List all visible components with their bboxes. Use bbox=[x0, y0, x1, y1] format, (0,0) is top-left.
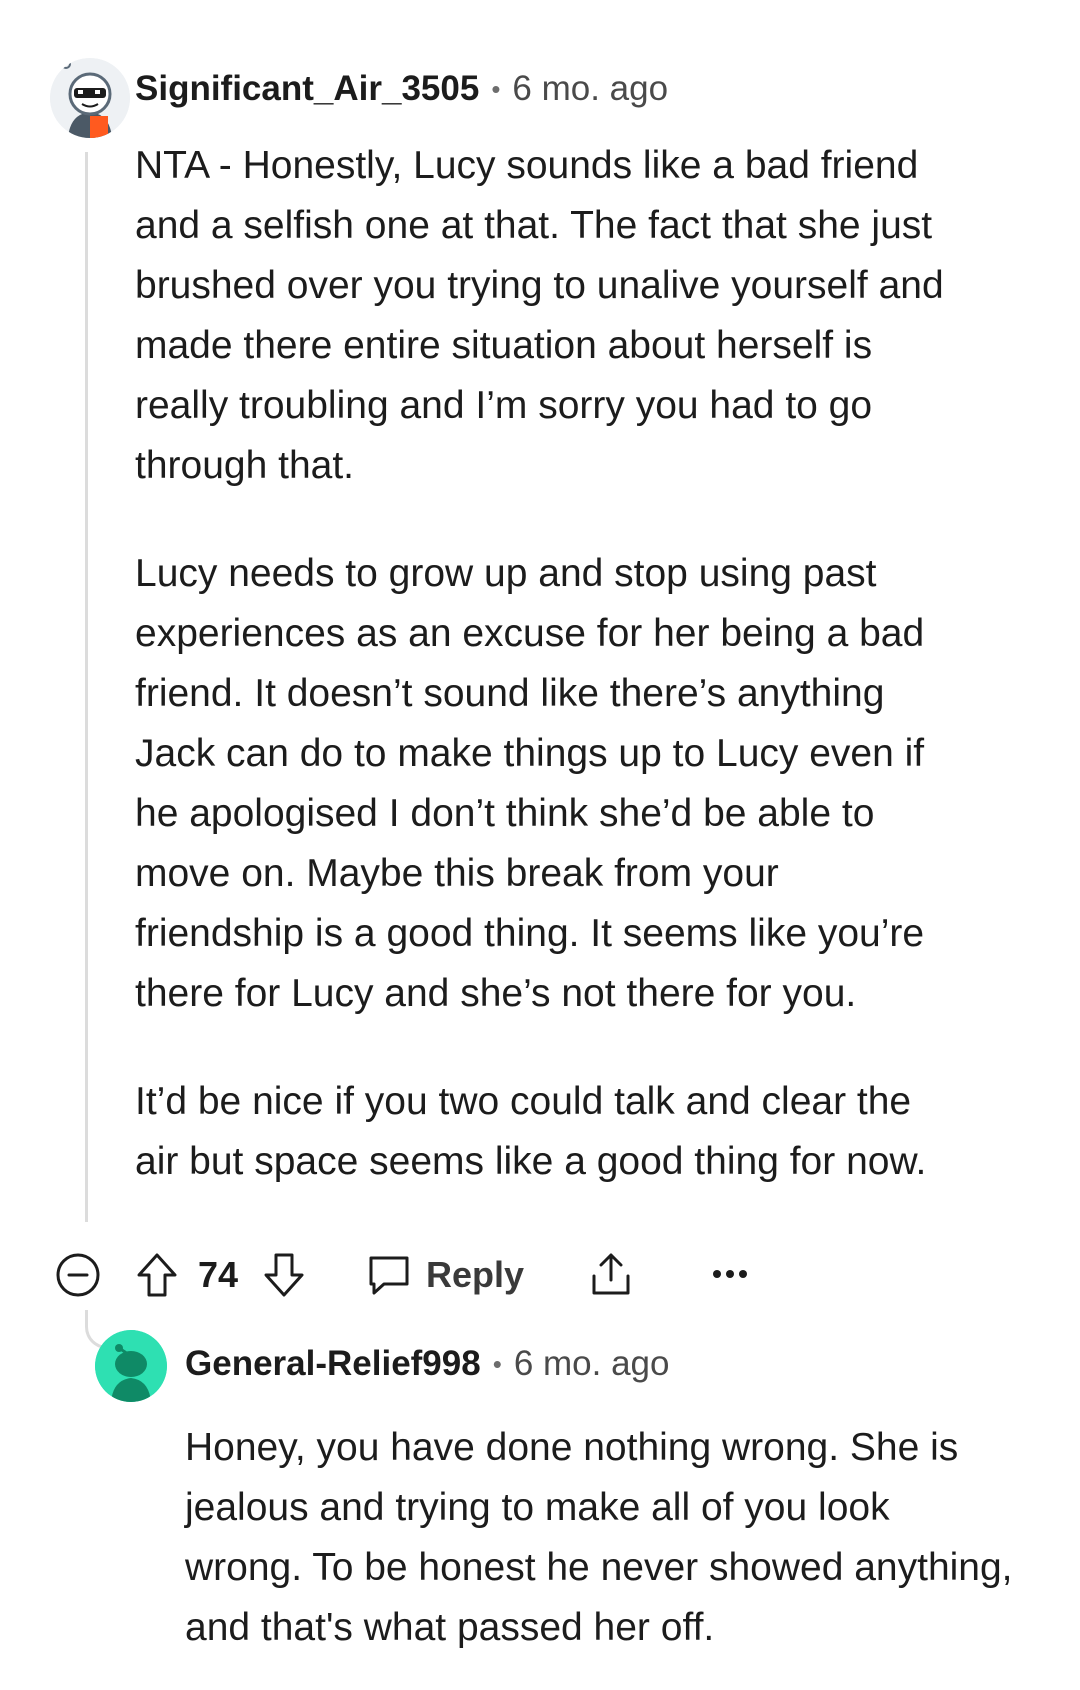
reply-meta: General-Relief998 • 6 mo. ago bbox=[185, 1342, 669, 1386]
reply-button[interactable]: Reply bbox=[366, 1252, 524, 1298]
comment-action-bar: 74 Reply bbox=[0, 1240, 1080, 1310]
downvote-icon bbox=[264, 1253, 304, 1297]
share-button[interactable] bbox=[588, 1250, 634, 1298]
avatar[interactable] bbox=[50, 58, 130, 138]
reply-username[interactable]: General-Relief998 bbox=[185, 1344, 481, 1384]
comment-timestamp: 6 mo. ago bbox=[512, 69, 669, 108]
comment-paragraph: It’d be nice if you two could talk and c… bbox=[135, 1080, 927, 1183]
comment-paragraph: Lucy needs to grow up and stop using pas… bbox=[135, 552, 925, 1015]
reply-body: Honey, you have done nothing wrong. She … bbox=[185, 1418, 1015, 1658]
comment-paragraph: NTA - Honestly, Lucy sounds like a bad f… bbox=[135, 144, 944, 487]
reply-avatar[interactable] bbox=[95, 1330, 167, 1402]
reply-label: Reply bbox=[426, 1254, 525, 1295]
more-options-button[interactable] bbox=[712, 1268, 748, 1280]
upvote-button[interactable] bbox=[135, 1252, 179, 1298]
more-options-icon bbox=[713, 1270, 747, 1278]
comment-username[interactable]: Significant_Air_3505 bbox=[135, 69, 479, 109]
reply-paragraph: Honey, you have done nothing wrong. She … bbox=[185, 1426, 1013, 1649]
thread-line[interactable] bbox=[85, 152, 88, 1222]
comment-meta: Significant_Air_3505 • 6 mo. ago bbox=[135, 67, 668, 111]
vote-count-value: 74 bbox=[198, 1254, 239, 1295]
snoo-icon bbox=[95, 1330, 167, 1402]
collapse-button[interactable] bbox=[55, 1252, 101, 1298]
vote-count: 74 bbox=[198, 1254, 238, 1296]
downvote-button[interactable] bbox=[262, 1252, 306, 1298]
meta-separator: • bbox=[491, 73, 501, 104]
comment-bubble-icon bbox=[369, 1256, 409, 1295]
reply-timestamp: 6 mo. ago bbox=[513, 1344, 670, 1383]
comment-body: NTA - Honestly, Lucy sounds like a bad f… bbox=[135, 136, 950, 1192]
share-icon bbox=[592, 1253, 630, 1295]
collapse-icon bbox=[56, 1253, 100, 1297]
meta-separator: • bbox=[492, 1348, 502, 1379]
astronaut-snoo-icon bbox=[50, 58, 130, 138]
upvote-icon bbox=[137, 1253, 177, 1297]
